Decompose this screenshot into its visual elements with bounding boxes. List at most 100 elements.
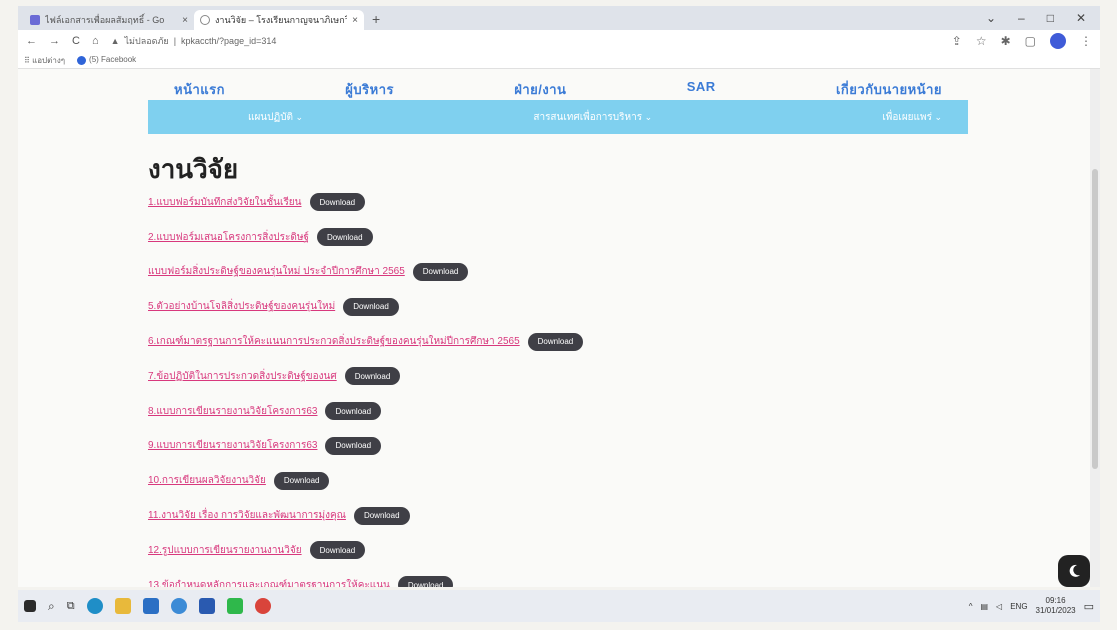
site-favicon-icon: [30, 15, 40, 25]
list-item: 11.งานวิจัย เรื่อง การวิจัยและพัฒนาการมุ…: [148, 498, 848, 533]
document-link[interactable]: 1.แบบฟอร์มบันทึกส่งวิจัยในชั้นเรียน: [148, 195, 302, 210]
back-icon[interactable]: ←: [26, 35, 37, 47]
new-tab-button[interactable]: +: [364, 11, 388, 30]
tab-title: ไฟล์เอกสารเพื่อผลสัมฤทธิ์ - Go: [45, 15, 165, 25]
download-button[interactable]: Download: [309, 193, 366, 212]
line-icon[interactable]: [226, 598, 243, 614]
document-link[interactable]: 9.แบบการเขียนรายงานวิจัยโครงการ63: [148, 438, 317, 453]
nav-about[interactable]: เกี่ยวกับนายหน้าย: [810, 79, 968, 100]
forward-icon[interactable]: →: [49, 35, 60, 47]
language-indicator[interactable]: ENG: [1010, 602, 1027, 611]
page-scrollbar[interactable]: [1090, 69, 1100, 587]
nav-sar[interactable]: SAR: [661, 79, 742, 100]
minimize-button[interactable]: –: [1018, 11, 1025, 25]
tab-search-icon[interactable]: ⌄: [986, 11, 996, 25]
store-icon[interactable]: [142, 598, 159, 614]
bookmark-facebook[interactable]: (5) Facebook: [77, 55, 136, 65]
window-controls: ⌄ – □ ✕: [972, 11, 1100, 30]
warning-icon: ▲: [110, 36, 120, 46]
list-item: 12.รูปแบบการเขียนรายงานงานวิจัย Download: [148, 533, 848, 568]
download-button[interactable]: Download: [527, 332, 584, 351]
dark-mode-toggle[interactable]: [1058, 555, 1090, 587]
list-item: แบบฟอร์มสิ่งประดิษฐ์ของคนรุ่นใหม่ ประจำป…: [148, 255, 848, 290]
list-item: 7.ข้อปฏิบัติในการประกวดสิ่งประดิษฐ์ของนศ…: [148, 359, 848, 394]
document-link[interactable]: 13.ข้อกำหนดหลักการและเกณฑ์มาตรฐานการให้ค…: [148, 578, 390, 587]
document-link[interactable]: 11.งานวิจัย เรื่อง การวิจัยและพัฒนาการมุ…: [148, 508, 346, 523]
download-button[interactable]: Download: [344, 367, 401, 386]
nav-executives[interactable]: ผู้บริหาร: [319, 79, 420, 100]
close-tab-icon[interactable]: ×: [352, 15, 358, 26]
download-button[interactable]: Download: [273, 471, 330, 490]
document-link[interactable]: 5.ตัวอย่างบ้านโจลิสิ่งประดิษฐ์ของคนรุ่นใ…: [148, 299, 335, 314]
document-link[interactable]: แบบฟอร์มสิ่งประดิษฐ์ของคนรุ่นใหม่ ประจำป…: [148, 264, 405, 279]
browser-tab[interactable]: ไฟล์เอกสารเพื่อผลสัมฤทธิ์ - Go ×: [24, 10, 194, 30]
clock-date: 31/01/2023: [1035, 606, 1076, 615]
list-item: 6.เกณฑ์มาตรฐานการให้คะแนนการประกวดสิ่งปร…: [148, 324, 848, 359]
url-field[interactable]: ▲ ไม่ปลอดภัย | kpkaccth/?page_id=314: [111, 34, 277, 48]
list-item: 10.การเขียนผลวิจัยงานวิจัย Download: [148, 463, 848, 498]
edge-icon[interactable]: [86, 598, 103, 614]
subnav-plan[interactable]: แผนปฏิบัติ: [248, 110, 303, 125]
word-icon[interactable]: [198, 598, 215, 614]
subnav-information[interactable]: สารสนเทศเพื่อการบริหาร: [533, 110, 652, 125]
search-icon[interactable]: ⌕: [48, 599, 55, 614]
start-icon[interactable]: [24, 600, 36, 612]
clock[interactable]: 09:16 31/01/2023: [1036, 596, 1076, 616]
subnav-publish[interactable]: เพื่อเผยแพร่: [882, 110, 942, 125]
list-item: 1.แบบฟอร์มบันทึกส่งวิจัยในชั้นเรียน Downl…: [148, 185, 848, 220]
share-icon[interactable]: ⇪: [952, 34, 962, 48]
profile-avatar-icon[interactable]: [1050, 33, 1066, 49]
extensions-icon[interactable]: ✱: [1001, 34, 1011, 48]
download-button[interactable]: Download: [343, 297, 399, 316]
system-tray: ^ ▤ ◁ ENG 09:16 31/01/2023 ▭: [969, 596, 1094, 616]
chrome-icon[interactable]: [254, 598, 271, 614]
download-button[interactable]: Download: [397, 576, 454, 587]
list-item: 9.แบบการเขียนรายงานวิจัยโครงการ63 Downloa…: [148, 429, 848, 464]
bookmarks-bar: ⠿ แอปต่างๆ (5) Facebook: [18, 52, 1100, 69]
home-icon[interactable]: ⌂: [92, 35, 99, 47]
moon-icon: [1069, 564, 1080, 577]
url-security-label: ไม่ปลอดภัย: [124, 36, 169, 46]
document-link[interactable]: 6.เกณฑ์มาตรฐานการให้คะแนนการประกวดสิ่งปร…: [148, 334, 520, 349]
nav-home[interactable]: หน้าแรก: [148, 79, 251, 100]
file-explorer-icon[interactable]: [114, 598, 131, 614]
task-view-icon[interactable]: ⧉: [67, 600, 75, 613]
page-title: งานวิจัย: [148, 154, 239, 184]
document-link[interactable]: 8.แบบการเขียนรายงานวิจัยโครงการ63: [148, 404, 317, 419]
download-button[interactable]: Download: [325, 402, 382, 421]
document-list: 1.แบบฟอร์มบันทึกส่งวิจัยในชั้นเรียน Downl…: [148, 185, 848, 587]
notification-icon[interactable]: ▭: [1084, 600, 1094, 613]
network-icon[interactable]: ▤: [980, 602, 988, 611]
document-link[interactable]: 2.แบบฟอร์มเสนอโครงการสิ่งประดิษฐ์: [148, 230, 309, 245]
nav-departments[interactable]: ฝ่าย/งาน: [488, 79, 592, 100]
download-button[interactable]: Download: [353, 506, 410, 525]
list-item: 8.แบบการเขียนรายงานวิจัยโครงการ63 Downloa…: [148, 394, 848, 429]
volume-icon[interactable]: ◁: [996, 602, 1002, 611]
url-text: kpkaccth/?page_id=314: [181, 36, 277, 46]
download-button[interactable]: Download: [412, 262, 469, 281]
document-link[interactable]: 10.การเขียนผลวิจัยงานวิจัย: [148, 473, 266, 488]
facebook-icon: [77, 55, 87, 65]
download-button[interactable]: Download: [309, 541, 366, 560]
download-button[interactable]: Download: [316, 228, 373, 247]
scrollbar-thumb[interactable]: [1092, 169, 1098, 469]
maximize-button[interactable]: □: [1047, 11, 1054, 25]
bookmark-apps[interactable]: ⠿ แอปต่างๆ: [24, 54, 65, 67]
site-sub-nav: แผนปฏิบัติ สารสนเทศเพื่อการบริหาร เพื่อเ…: [148, 100, 968, 134]
sidepanel-icon[interactable]: ▢: [1025, 34, 1036, 48]
chevron-up-icon[interactable]: ^: [969, 602, 973, 611]
list-item: 5.ตัวอย่างบ้านโจลิสิ่งประดิษฐ์ของคนรุ่นใ…: [148, 289, 848, 324]
close-tab-icon[interactable]: ×: [182, 15, 188, 26]
document-link[interactable]: 12.รูปแบบการเขียนรายงานงานวิจัย: [148, 543, 302, 558]
star-icon[interactable]: ☆: [976, 34, 987, 48]
reload-icon[interactable]: C: [72, 35, 80, 47]
browser-icon[interactable]: [170, 598, 187, 614]
url-separator: |: [173, 36, 177, 46]
menu-icon[interactable]: ⋮: [1080, 34, 1092, 48]
close-window-button[interactable]: ✕: [1076, 11, 1086, 25]
tab-title: งานวิจัย – โรงเรียนกาญจนาภิเษกวิทยาลัย: [215, 15, 347, 25]
browser-tab-bar: ไฟล์เอกสารเพื่อผลสัมฤทธิ์ - Go × งานวิจั…: [18, 6, 1100, 30]
browser-tab-active[interactable]: งานวิจัย – โรงเรียนกาญจนาภิเษกวิทยาลัย ×: [194, 10, 364, 30]
document-link[interactable]: 7.ข้อปฏิบัติในการประกวดสิ่งประดิษฐ์ของนศ: [148, 369, 337, 384]
download-button[interactable]: Download: [325, 436, 382, 455]
